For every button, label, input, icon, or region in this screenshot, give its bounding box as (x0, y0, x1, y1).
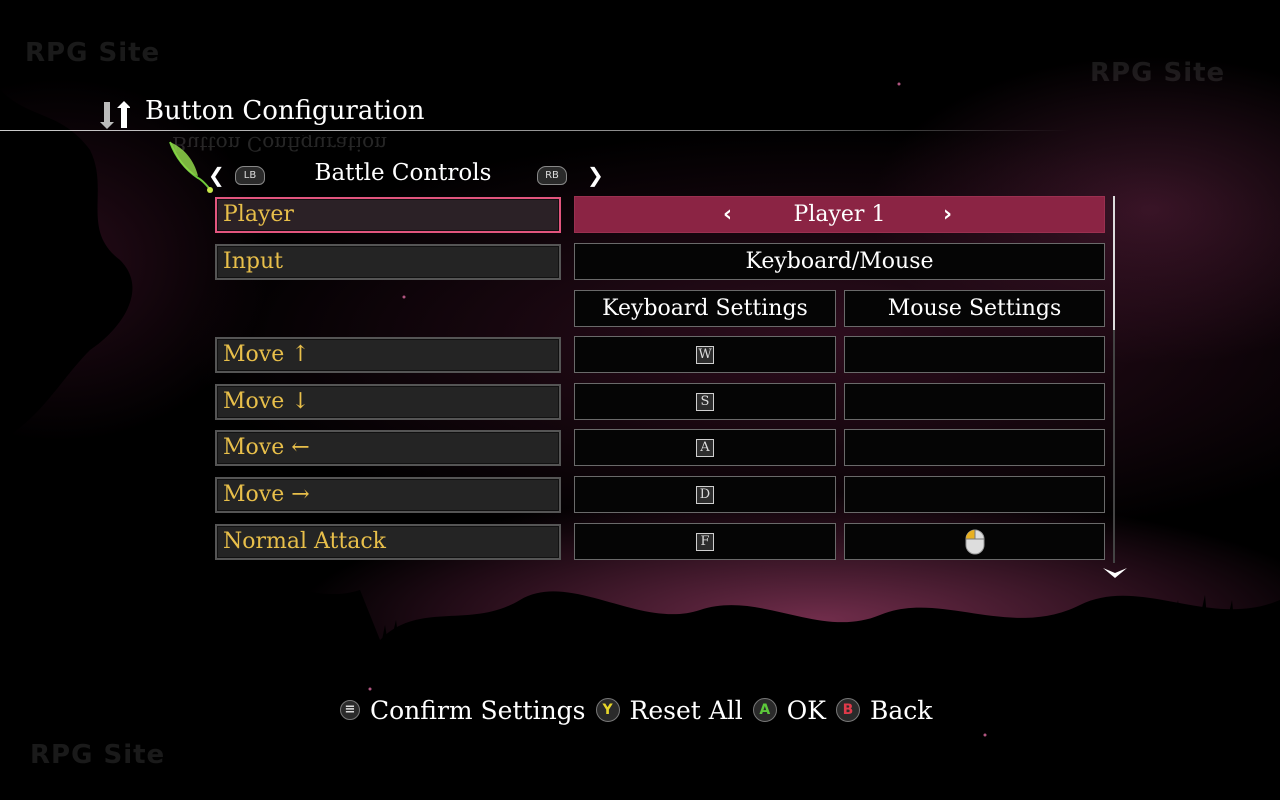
y-button-icon: Y (595, 698, 620, 722)
binding-mouse-move-right[interactable] (844, 476, 1105, 513)
ok-label: OK (786, 695, 826, 725)
confirm-settings-prompt[interactable]: ≡ Confirm Settings (340, 696, 586, 725)
keyboard-settings-header: Keyboard Settings (574, 290, 836, 327)
keycap: D (696, 486, 714, 504)
keycap: S (696, 393, 714, 411)
footer-button-prompts: ≡ Confirm Settings Y Reset All A OK B Ba… (340, 692, 942, 728)
binding-key-move-down[interactable]: S (574, 383, 836, 420)
ok-prompt[interactable]: A OK (752, 695, 826, 725)
rb-bumper-button[interactable]: RB (537, 166, 567, 185)
binding-label-normal-attack[interactable]: Normal Attack (215, 524, 561, 560)
keycap: A (696, 439, 714, 457)
binding-mouse-move-left[interactable] (844, 429, 1105, 466)
binding-key-normal-attack[interactable]: F (574, 523, 836, 560)
binding-label-move-right[interactable]: Move → (215, 477, 561, 513)
binding-key-move-right[interactable]: D (574, 476, 836, 513)
player-label[interactable]: Player (215, 197, 561, 233)
a-button-icon: A (752, 698, 777, 722)
tab-prev-arrow-icon[interactable]: ❮ (208, 163, 225, 187)
binding-key-move-left[interactable]: A (574, 429, 836, 466)
input-value[interactable]: Keyboard/Mouse (574, 243, 1105, 280)
b-button-icon: B (835, 698, 860, 722)
confirm-settings-label: Confirm Settings (370, 695, 586, 725)
scrollbar[interactable] (1113, 196, 1115, 563)
lb-bumper-button[interactable]: LB (235, 166, 265, 185)
scroll-down-arrow-icon[interactable] (1102, 566, 1128, 580)
scrollbar-thumb[interactable] (1113, 196, 1115, 330)
page-title: Button Configuration (145, 96, 425, 126)
player-prev-arrow-icon[interactable]: ‹ (723, 197, 732, 232)
binding-mouse-move-down[interactable] (844, 383, 1105, 420)
binding-key-move-up[interactable]: W (574, 336, 836, 373)
watermark: RPG Site (30, 740, 166, 770)
player-selector[interactable]: ‹ Player 1 › (574, 196, 1105, 233)
tab-next-arrow-icon[interactable]: ❯ (587, 163, 604, 187)
binding-mouse-move-up[interactable] (844, 336, 1105, 373)
menu-button-icon: ≡ (340, 700, 360, 720)
mouse-settings-header: Mouse Settings (844, 290, 1105, 327)
reset-all-prompt[interactable]: Y Reset All (595, 695, 743, 725)
up-down-arrows-icon (100, 101, 130, 129)
header-divider (0, 130, 1070, 131)
back-label: Back (869, 695, 933, 725)
keycap: F (696, 533, 714, 551)
left-mouse-button-icon (965, 529, 984, 555)
binding-label-move-left[interactable]: Move ← (215, 430, 561, 466)
reset-all-label: Reset All (629, 695, 743, 725)
binding-label-move-down[interactable]: Move ↓ (215, 384, 561, 420)
input-label[interactable]: Input (215, 244, 561, 280)
player-value: Player 1 (793, 202, 886, 227)
watermark: RPG Site (1090, 58, 1226, 88)
keycap: W (696, 346, 714, 364)
binding-label-move-up[interactable]: Move ↑ (215, 337, 561, 373)
watermark: RPG Site (25, 38, 161, 68)
binding-mouse-normal-attack[interactable] (844, 523, 1105, 560)
player-next-arrow-icon[interactable]: › (943, 197, 952, 232)
back-prompt[interactable]: B Back (835, 695, 933, 725)
tab-current-label: Battle Controls (314, 160, 492, 186)
